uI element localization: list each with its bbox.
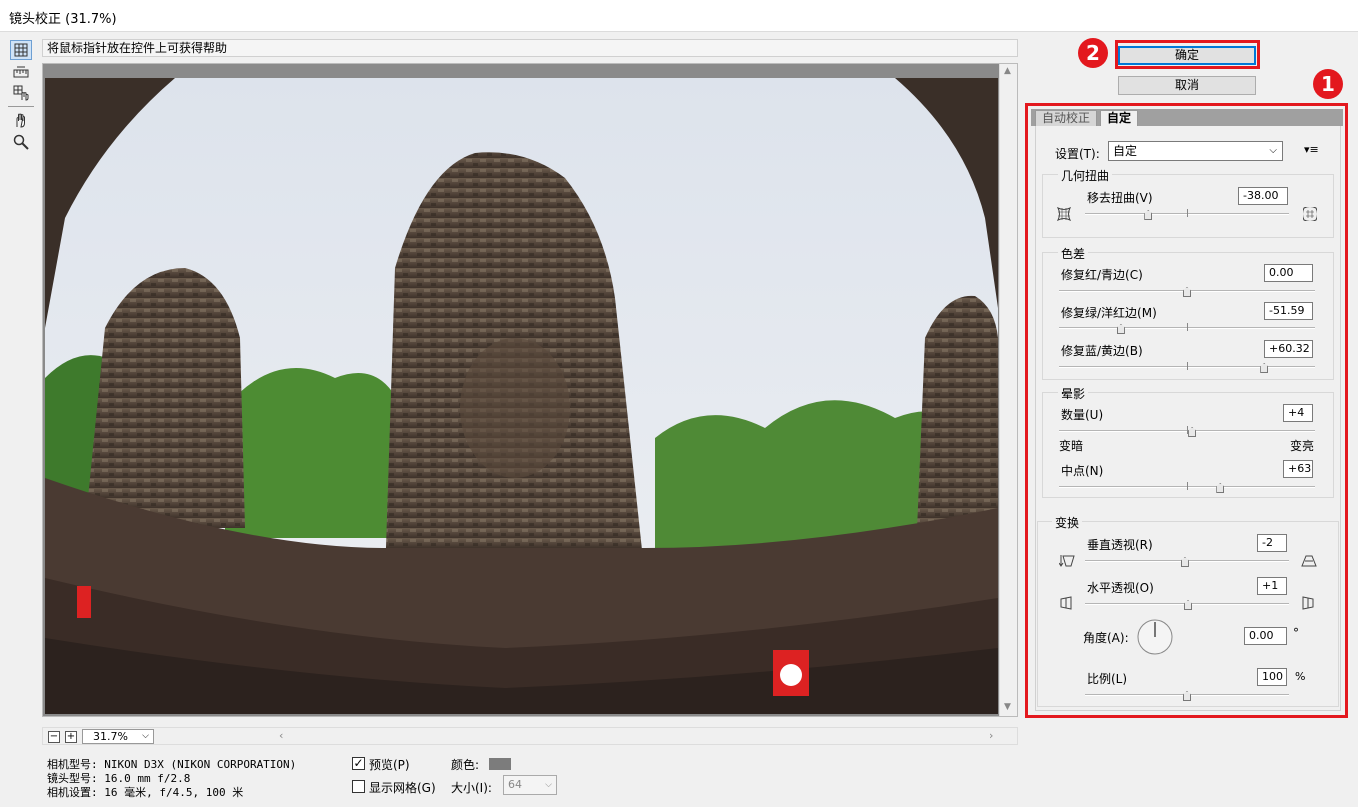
vertical-perspective-in-icon — [1059, 555, 1075, 567]
zoom-tool-button[interactable] — [10, 132, 32, 152]
remove-distortion-tool-button[interactable] — [10, 40, 32, 60]
angle-input[interactable]: 0.00 — [1244, 627, 1287, 645]
fix-green-magenta-center-tick — [1187, 323, 1188, 331]
preview-label: 预览(P) — [369, 758, 410, 772]
grid-size-select[interactable]: 64 ⌵ — [503, 775, 557, 795]
angle-unit: ° — [1293, 626, 1299, 640]
vertical-perspective-label: 垂直透视(R) — [1087, 538, 1153, 552]
fix-red-cyan-input[interactable]: 0.00 — [1264, 264, 1313, 282]
vignette-amount-label: 数量(U) — [1061, 408, 1104, 422]
fix-red-cyan-label: 修复红/青边(C) — [1061, 268, 1143, 282]
straighten-tool-button[interactable] — [10, 62, 32, 82]
fix-blue-yellow-label: 修复蓝/黄边(B) — [1061, 344, 1143, 358]
move-grid-icon — [13, 85, 29, 101]
help-hint-bar: 将鼠标指针放在控件上可获得帮助 — [42, 39, 1018, 57]
straighten-ruler-icon — [13, 66, 29, 78]
fix-blue-yellow-center-tick — [1187, 362, 1188, 370]
title-bar: 镜头校正 (31.7%) — [0, 0, 1358, 32]
chevron-down-icon: ⌵ — [1269, 145, 1277, 156]
grid-size-value: 64 — [508, 778, 522, 791]
geometric-distortion-title: 几何扭曲 — [1058, 167, 1113, 184]
horizontal-perspective-input[interactable]: +1 — [1257, 577, 1287, 595]
angle-label: 角度(A): — [1083, 631, 1129, 645]
scroll-right-icon: › — [989, 729, 994, 742]
fix-blue-yellow-input[interactable]: +60.32 — [1264, 340, 1313, 358]
scale-input[interactable]: 100 — [1257, 668, 1287, 686]
vignette-midpoint-center-tick — [1187, 482, 1188, 490]
scroll-down-icon: ▼ — [1004, 702, 1011, 712]
zoom-out-button[interactable]: − — [48, 731, 60, 743]
hand-icon — [16, 113, 25, 128]
zoom-in-button[interactable]: + — [65, 731, 77, 743]
help-hint-text: 将鼠标指针放在控件上可获得帮助 — [47, 41, 228, 55]
zoom-level-select[interactable]: 31.7% ⌵ — [82, 729, 154, 744]
vertical-perspective-out-icon — [1301, 555, 1317, 567]
toolbar-divider — [8, 106, 34, 107]
preview-checkbox[interactable]: ✓ — [352, 757, 365, 770]
preview-vertical-scrollbar[interactable]: ▲ ▼ — [999, 64, 1017, 716]
ok-button[interactable]: 确定 — [1118, 46, 1256, 65]
chevron-down-icon: ⌵ — [545, 780, 552, 790]
fix-green-magenta-label: 修复绿/洋红边(M) — [1061, 306, 1157, 320]
vignette-midpoint-input[interactable]: +63 — [1283, 460, 1313, 478]
remove-distortion-label: 移去扭曲(V) — [1087, 191, 1153, 205]
horizontal-perspective-label: 水平透视(O) — [1087, 581, 1154, 595]
vignette-lighten-label: 变亮 — [1290, 439, 1315, 453]
barrel-icon — [1303, 207, 1317, 221]
fix-green-magenta-input[interactable]: -51.59 — [1264, 302, 1313, 320]
window-title: 镜头校正 (31.7%) — [9, 12, 117, 27]
grid-color-label: 颜色: — [451, 758, 480, 772]
distortion-grid-icon — [14, 43, 28, 57]
zoom-level-value: 31.7% — [93, 730, 128, 743]
settings-select[interactable]: 自定 ⌵ — [1108, 141, 1283, 161]
step-badge-1: 1 — [1313, 69, 1343, 99]
pincushion-icon — [1057, 207, 1071, 221]
cancel-button[interactable]: 取消 — [1118, 76, 1256, 95]
settings-menu-icon[interactable]: ▾≡ — [1304, 143, 1319, 156]
scale-unit: % — [1295, 670, 1306, 683]
hand-tool-button[interactable] — [10, 110, 32, 130]
vertical-perspective-input[interactable]: -2 — [1257, 534, 1287, 552]
vignette-amount-center-tick — [1187, 426, 1188, 434]
grid-size-label: 大小(I): — [451, 781, 492, 795]
angle-dial[interactable] — [1136, 618, 1174, 656]
vignette-title: 晕影 — [1058, 385, 1089, 402]
step-badge-2: 2 — [1078, 38, 1108, 68]
horizontal-perspective-left-icon — [1060, 596, 1072, 610]
chromatic-aberration-title: 色差 — [1058, 245, 1089, 262]
scroll-up-icon: ▲ — [1004, 66, 1011, 76]
vignette-midpoint-label: 中点(N) — [1061, 464, 1104, 478]
scroll-left-icon: ‹ — [279, 729, 284, 742]
transform-group — [1037, 521, 1339, 707]
tab-custom[interactable]: 自定 — [1100, 110, 1139, 126]
chevron-down-icon: ⌵ — [142, 731, 149, 741]
remove-distortion-input[interactable]: -38.00 — [1238, 187, 1288, 205]
preview-photo — [45, 78, 998, 714]
move-grid-tool-button[interactable] — [10, 83, 32, 103]
scale-label: 比例(L) — [1087, 672, 1128, 686]
camera-settings-info: 相机设置: 16 毫米, f/4.5, 100 米 — [47, 786, 244, 799]
grid-color-swatch[interactable] — [489, 758, 511, 770]
transform-title: 变换 — [1052, 514, 1083, 531]
show-grid-label: 显示网格(G) — [369, 781, 436, 795]
vignette-amount-input[interactable]: +4 — [1283, 404, 1313, 422]
remove-distortion-center-tick — [1187, 209, 1188, 217]
show-grid-checkbox[interactable] — [352, 780, 365, 793]
tab-auto-correction[interactable]: 自动校正 — [1035, 110, 1098, 126]
horizontal-perspective-right-icon — [1302, 596, 1314, 610]
settings-value: 自定 — [1113, 144, 1138, 158]
vignette-darken-label: 变暗 — [1059, 439, 1084, 453]
preview-horizontal-scrollbar[interactable]: ‹ › — [42, 727, 1018, 745]
settings-label: 设置(T): — [1055, 147, 1100, 161]
magnifier-icon — [13, 134, 29, 150]
